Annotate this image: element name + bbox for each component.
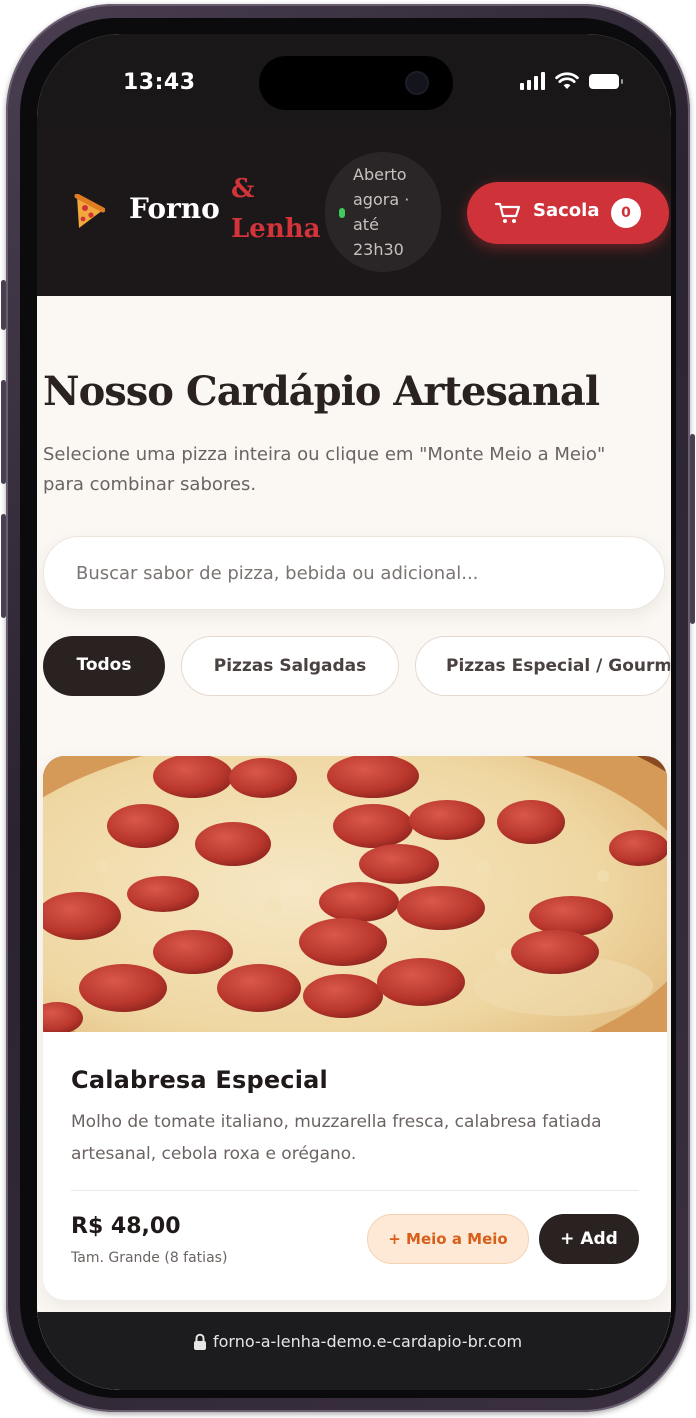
open-status-dot	[339, 208, 345, 218]
shopping-cart-icon	[495, 202, 521, 223]
half-and-half-button[interactable]: + Meio a Meio	[367, 1214, 529, 1264]
product-price: R$ 48,00	[71, 1214, 181, 1239]
status-icons	[520, 72, 623, 90]
power-button	[690, 434, 695, 624]
battery-icon	[589, 73, 623, 89]
status-bar: 13:43	[37, 34, 671, 130]
product-card: Calabresa Especial Molho de tomate itali…	[43, 756, 667, 1300]
pizza-image	[43, 756, 667, 1032]
open-status-badge: Aberto agora · até 23h30	[325, 152, 441, 272]
status-time: 13:43	[123, 70, 196, 95]
url-text: forno-a-lenha-demo.e-cardapio-br.com	[213, 1332, 523, 1351]
page-title: Nosso Cardápio Artesanal	[43, 368, 600, 415]
main-content: Nosso Cardápio Artesanal Selecione uma p…	[37, 296, 671, 1390]
screen: 13:43 Forno & Lenha Aberto agora · até 2…	[37, 34, 671, 1390]
volume-down-button	[1, 514, 6, 618]
card-divider	[71, 1190, 639, 1191]
search-box[interactable]	[43, 536, 665, 610]
add-to-cart-button[interactable]: + Add	[539, 1214, 639, 1264]
category-chip-pizzas-salgadas[interactable]: Pizzas Salgadas	[181, 636, 399, 696]
action-button	[1, 280, 6, 330]
bag-count-badge: 0	[611, 198, 641, 228]
bag-button[interactable]: Sacola 0	[467, 182, 669, 244]
pizza-slice-icon	[74, 194, 105, 228]
wifi-icon	[555, 72, 579, 89]
category-chip-todos[interactable]: Todos	[43, 636, 165, 696]
category-chip-pizzas-especial[interactable]: Pizzas Especial / Gourmet	[415, 636, 671, 696]
lock-icon	[194, 1333, 206, 1350]
camera-icon	[405, 71, 429, 95]
browser-url-bar[interactable]: forno-a-lenha-demo.e-cardapio-br.com	[37, 1312, 671, 1390]
dynamic-island	[259, 56, 453, 110]
product-size-note: Tam. Grande (8 fatias)	[71, 1250, 228, 1266]
brand-name-forno: Forno	[129, 192, 220, 225]
page-subtitle: Selecione uma pizza inteira ou clique em…	[43, 444, 606, 495]
signal-icon	[520, 72, 545, 90]
product-description: Molho de tomate italiano, muzzarella fre…	[71, 1112, 602, 1164]
bag-button-label: Sacola	[533, 200, 600, 221]
open-status-text: Aberto agora · até 23h30	[353, 165, 410, 259]
volume-up-button	[1, 380, 6, 484]
brand-name-lenha: Lenha	[231, 214, 321, 244]
search-input[interactable]	[74, 557, 638, 589]
product-name: Calabresa Especial	[71, 1066, 328, 1094]
app-header: Forno & Lenha Aberto agora · até 23h30 S…	[37, 130, 671, 296]
phone-frame: 13:43 Forno & Lenha Aberto agora · até 2…	[1, 4, 695, 1412]
brand-ampersand: &	[231, 174, 255, 204]
